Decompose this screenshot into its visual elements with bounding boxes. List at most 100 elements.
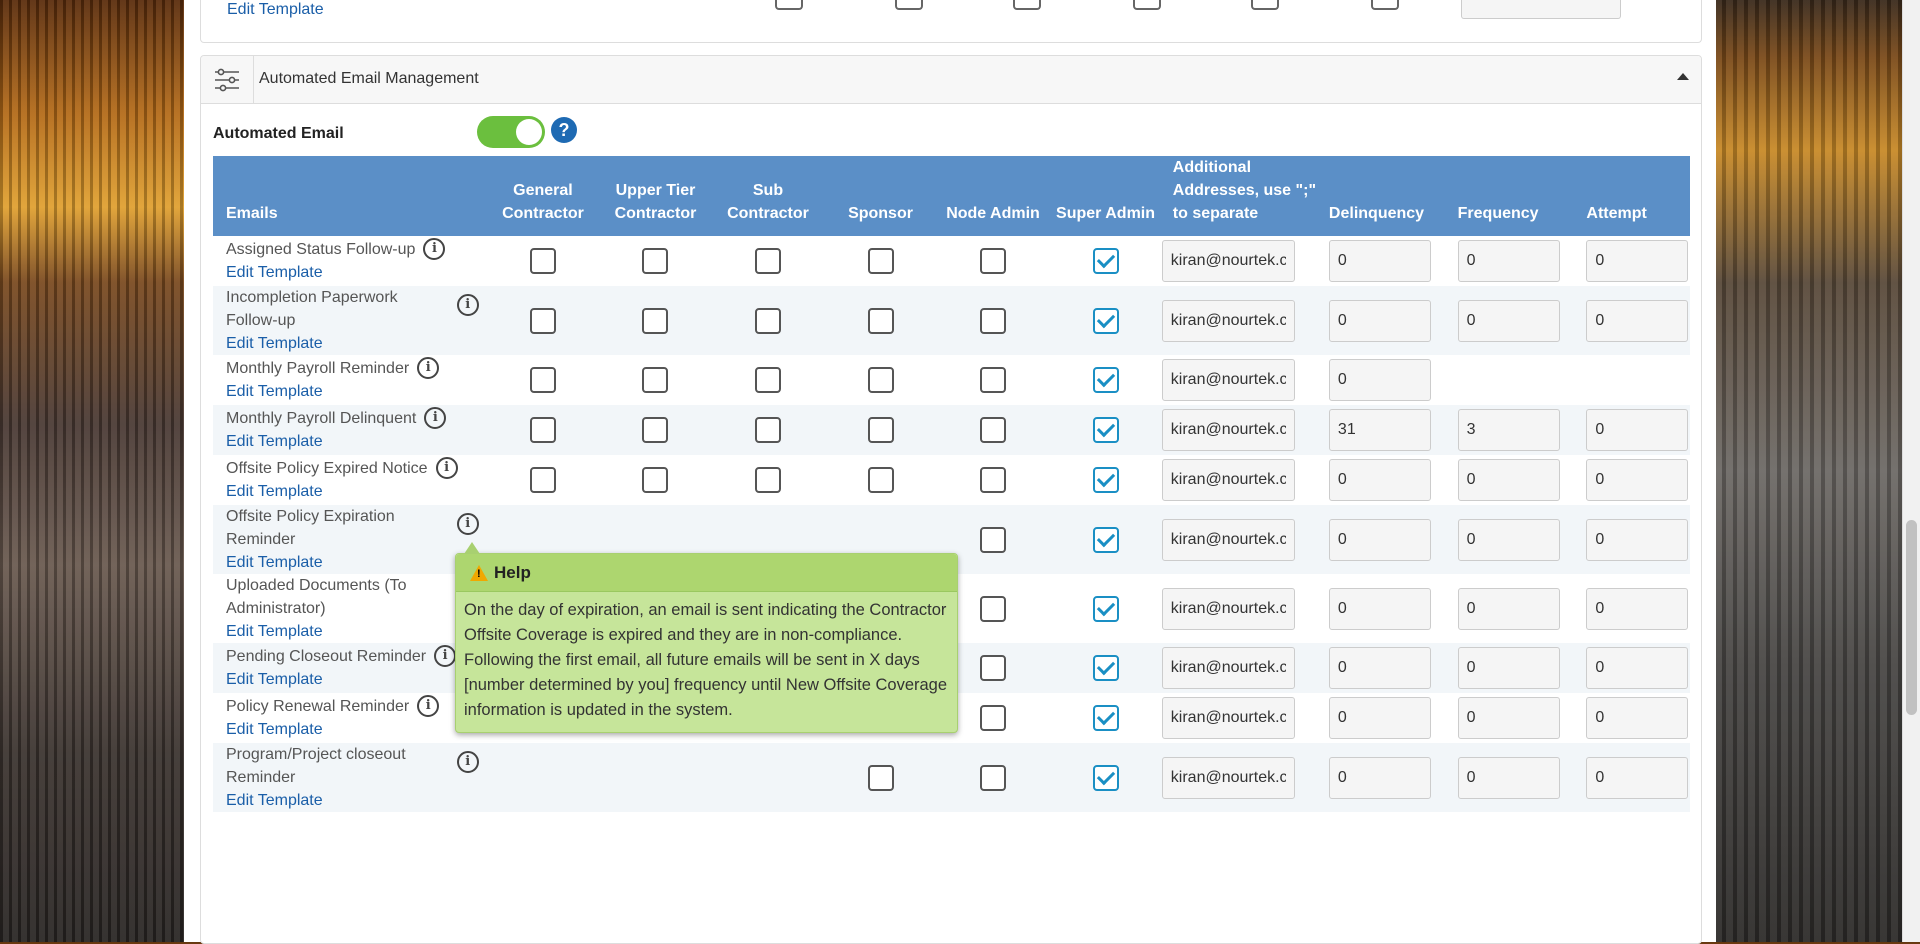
collapse-icon[interactable]: [1677, 73, 1689, 80]
addr-input[interactable]: [1161, 299, 1295, 342]
checkbox-gc[interactable]: [529, 248, 556, 274]
checkbox[interactable]: [1251, 0, 1279, 10]
edit-template-link[interactable]: Edit Template: [227, 1, 324, 19]
checkbox-utc[interactable]: [642, 367, 669, 393]
scrollbar[interactable]: [1902, 0, 1920, 942]
text-input[interactable]: [1461, 0, 1621, 19]
edit-template-link[interactable]: Edit Template: [226, 261, 487, 284]
checkbox-node[interactable]: [980, 417, 1007, 443]
checkbox-super[interactable]: [1092, 467, 1119, 493]
frequency-input[interactable]: [1457, 756, 1560, 799]
edit-template-link[interactable]: Edit Template: [226, 430, 487, 453]
checkbox-sc[interactable]: [754, 367, 781, 393]
checkbox-super[interactable]: [1092, 367, 1119, 393]
checkbox-sponsor[interactable]: [867, 467, 894, 493]
frequency-input[interactable]: [1457, 587, 1560, 630]
checkbox-gc[interactable]: [529, 307, 556, 334]
addr-input[interactable]: [1161, 518, 1295, 561]
attempt-input[interactable]: [1586, 697, 1689, 739]
checkbox-super[interactable]: [1092, 595, 1119, 622]
edit-template-link[interactable]: Edit Template: [226, 718, 487, 741]
edit-template-link[interactable]: Edit Template: [226, 551, 487, 574]
addr-input[interactable]: [1161, 756, 1295, 799]
frequency-input[interactable]: [1457, 647, 1560, 689]
delinquency-input[interactable]: [1328, 299, 1431, 342]
checkbox-sponsor[interactable]: [867, 248, 894, 274]
checkbox[interactable]: [895, 0, 923, 10]
scroll-thumb[interactable]: [1906, 520, 1917, 715]
checkbox-node[interactable]: [980, 705, 1007, 731]
addr-input[interactable]: [1161, 587, 1295, 630]
checkbox-super[interactable]: [1092, 655, 1119, 681]
delinquency-input[interactable]: [1328, 518, 1431, 561]
delinquency-input[interactable]: [1328, 359, 1431, 401]
checkbox-sponsor[interactable]: [867, 417, 894, 443]
info-icon[interactable]: i: [456, 294, 479, 316]
info-icon[interactable]: i: [434, 645, 457, 667]
info-icon[interactable]: i: [424, 407, 447, 429]
frequency-input[interactable]: [1457, 518, 1560, 561]
checkbox-super[interactable]: [1092, 307, 1119, 334]
info-icon[interactable]: i: [435, 457, 458, 479]
edit-template-link[interactable]: Edit Template: [226, 668, 487, 691]
delinquency-input[interactable]: [1328, 647, 1431, 689]
checkbox-sponsor[interactable]: [867, 307, 894, 334]
checkbox-super[interactable]: [1092, 526, 1119, 553]
info-icon[interactable]: i: [456, 751, 479, 773]
checkbox-super[interactable]: [1092, 248, 1119, 274]
checkbox[interactable]: [1013, 0, 1041, 10]
checkbox-node[interactable]: [980, 595, 1007, 622]
checkbox[interactable]: [1371, 0, 1399, 10]
checkbox-sc[interactable]: [754, 417, 781, 443]
edit-template-link[interactable]: Edit Template: [226, 480, 487, 503]
frequency-input[interactable]: [1457, 240, 1560, 282]
delinquency-input[interactable]: [1328, 587, 1431, 630]
addr-input[interactable]: [1161, 647, 1295, 689]
info-icon[interactable]: i: [417, 357, 440, 379]
attempt-input[interactable]: [1586, 409, 1689, 451]
attempt-input[interactable]: [1586, 756, 1689, 799]
attempt-input[interactable]: [1586, 240, 1689, 282]
addr-input[interactable]: [1161, 697, 1295, 739]
automated-email-toggle[interactable]: [477, 116, 545, 148]
delinquency-input[interactable]: [1328, 756, 1431, 799]
checkbox-utc[interactable]: [642, 417, 669, 443]
checkbox-utc[interactable]: [642, 248, 669, 274]
frequency-input[interactable]: [1457, 409, 1560, 451]
attempt-input[interactable]: [1586, 587, 1689, 630]
frequency-input[interactable]: [1457, 299, 1560, 342]
delinquency-input[interactable]: [1328, 409, 1431, 451]
checkbox-gc[interactable]: [529, 467, 556, 493]
edit-template-link[interactable]: Edit Template: [226, 380, 487, 403]
frequency-input[interactable]: [1457, 459, 1560, 501]
delinquency-input[interactable]: [1328, 240, 1431, 282]
checkbox-super[interactable]: [1092, 764, 1119, 791]
checkbox-sc[interactable]: [754, 248, 781, 274]
addr-input[interactable]: [1161, 409, 1295, 451]
checkbox-sponsor[interactable]: [867, 764, 894, 791]
checkbox-node[interactable]: [980, 467, 1007, 493]
edit-template-link[interactable]: Edit Template: [226, 332, 487, 355]
checkbox-node[interactable]: [980, 764, 1007, 791]
checkbox-node[interactable]: [980, 526, 1007, 553]
checkbox-super[interactable]: [1092, 705, 1119, 731]
checkbox[interactable]: [1133, 0, 1161, 10]
checkbox-gc[interactable]: [529, 417, 556, 443]
info-icon[interactable]: i: [417, 695, 440, 717]
checkbox-sponsor[interactable]: [867, 367, 894, 393]
addr-input[interactable]: [1161, 240, 1295, 282]
addr-input[interactable]: [1161, 459, 1295, 501]
attempt-input[interactable]: [1586, 647, 1689, 689]
checkbox-sc[interactable]: [754, 467, 781, 493]
checkbox-node[interactable]: [980, 307, 1007, 334]
attempt-input[interactable]: [1586, 299, 1689, 342]
checkbox-utc[interactable]: [642, 307, 669, 334]
checkbox-node[interactable]: [980, 248, 1007, 274]
checkbox[interactable]: [775, 0, 803, 10]
addr-input[interactable]: [1161, 359, 1295, 401]
checkbox-super[interactable]: [1092, 417, 1119, 443]
checkbox-node[interactable]: [980, 655, 1007, 681]
info-icon[interactable]: i: [423, 238, 446, 260]
checkbox-sc[interactable]: [754, 307, 781, 334]
edit-template-link[interactable]: Edit Template: [226, 789, 487, 812]
